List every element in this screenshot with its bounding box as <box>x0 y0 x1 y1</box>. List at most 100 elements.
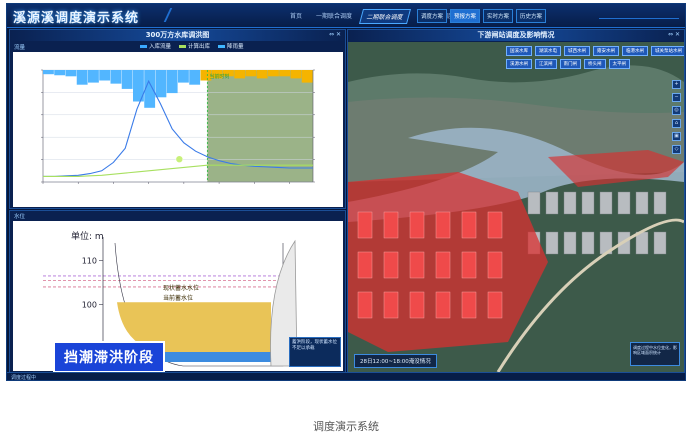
building <box>527 191 541 215</box>
legend-item-1[interactable]: 计算出库 <box>179 42 210 50</box>
chart-legend: 入库流量 计算出库 降雨量 <box>140 42 244 50</box>
rain-bar <box>65 70 77 77</box>
gate-button-9[interactable]: 桥头闸 <box>584 59 606 69</box>
flooded-building <box>357 291 373 319</box>
rain-bar <box>245 70 257 77</box>
building <box>563 231 577 255</box>
nav-tab-0[interactable]: 首页 <box>285 9 307 24</box>
footer-text: 调度过程中 <box>11 375 37 381</box>
building <box>545 191 559 215</box>
map-panel-controls[interactable]: ⇔ ✕ <box>668 31 680 38</box>
reservoir-chart-panel: 300万方水库调洪图 流量 ⇔ ✕ 入库流量 计算出库 降雨量 当前时刻 <box>9 29 346 209</box>
current-level-label: 当前蓄水位 <box>163 295 194 302</box>
flooded-building <box>435 211 451 239</box>
building <box>563 191 577 215</box>
gate-button-0[interactable]: 国溪水库 <box>506 46 532 56</box>
flooded-building <box>383 291 399 319</box>
map-tool-4[interactable]: ▣ <box>672 132 681 141</box>
app-footer: 调度过程中 <box>7 372 685 381</box>
building <box>617 191 631 215</box>
rain-bar <box>189 70 201 85</box>
level-unit-label: 单位: m <box>71 232 104 242</box>
legend-swatch <box>179 44 187 48</box>
image-caption: 调度演示系统 <box>313 420 379 433</box>
gate-button-4[interactable]: 临港水闸 <box>622 46 648 56</box>
rain-bar <box>43 70 54 75</box>
downstream-map-panel: 下游闸站调度及影响情况 ⇔ ✕ 国溪水库 湖滨水电 城西水闸 雍安水闸 临港水闸 城关泵站… <box>347 29 685 373</box>
title-decoration <box>153 8 173 22</box>
flooded-building <box>357 251 373 279</box>
gate-button-8[interactable]: 南门闸 <box>559 59 581 69</box>
legend-item-2[interactable]: 降雨量 <box>218 42 244 50</box>
map-toolbar: + − ◎ ⌂ ▣ ◇ <box>672 80 681 154</box>
gate-button-1[interactable]: 湖滨水电 <box>535 46 561 56</box>
legend-swatch <box>140 44 147 48</box>
3d-city-map[interactable] <box>348 42 684 372</box>
legend-label: 计算出库 <box>188 44 211 50</box>
app-screen: 溪源溪调度演示系统 首页一期联合调度二期联合调度三期联合调度 调度方案预报方案实… <box>6 3 686 381</box>
app-title: 溪源溪调度演示系统 <box>13 11 140 26</box>
legend-label: 降雨量 <box>227 44 244 50</box>
gate-button-7[interactable]: 江滨闸 <box>535 59 557 69</box>
scheme-badge-1[interactable]: 预报方案 <box>450 9 481 23</box>
flood-level-label: 现状蓄水水位 <box>163 285 200 292</box>
rain-bar <box>99 70 111 81</box>
gate-buttons: 国溪水库 湖滨水电 城西水闸 雍安水闸 临港水闸 城关泵站水闸溪源水闸 江滨闸 南门闸 桥头闸太… <box>506 46 684 69</box>
stage-banner: 挡潮滞洪阶段 <box>53 341 165 372</box>
gate-button-3[interactable]: 雍安水闸 <box>593 46 619 56</box>
time-badge: 28日12:00~18:00淹没情况 <box>354 354 437 368</box>
water-level-panel: 水位 11010090 单位: m 现状蓄水水位 当前蓄水位 挡潮滞洪阶段 蓄洪… <box>9 210 346 373</box>
rain-bar <box>121 70 133 89</box>
rain-bar <box>178 70 189 83</box>
scheme-badge-2[interactable]: 实时方案 <box>483 9 514 23</box>
gate-button-2[interactable]: 城西水闸 <box>564 46 590 56</box>
building <box>545 231 559 255</box>
app-header: 溪源溪调度演示系统 首页一期联合调度二期联合调度三期联合调度 调度方案预报方案实… <box>7 4 685 28</box>
gate-button-5[interactable]: 城关泵站水闸 <box>651 46 684 56</box>
scheme-badges: 调度方案 预报方案 实时方案 历史方案 <box>417 9 547 23</box>
chart-area: 当前时刻 <box>13 52 343 207</box>
level-note: 蓄洪阶段，现状蓄水位不足以承载 <box>289 337 341 367</box>
gate-button-10[interactable]: 太平闸 <box>608 59 630 69</box>
low-water <box>163 352 271 362</box>
rain-bar <box>110 70 122 84</box>
current-marker <box>175 155 184 163</box>
legend-item-0[interactable]: 入库流量 <box>140 42 171 50</box>
rain-bar <box>54 70 66 76</box>
flooded-building <box>383 251 399 279</box>
building <box>635 191 649 215</box>
flooded-building <box>435 251 451 279</box>
rain-bar <box>155 70 167 98</box>
chart-panel-tag: 流量 <box>14 45 26 51</box>
map-tool-3[interactable]: ⌂ <box>672 119 681 128</box>
flooded-building <box>461 291 477 319</box>
map-tool-0[interactable]: + <box>672 80 681 89</box>
flooded-building <box>435 291 451 319</box>
building <box>653 191 667 215</box>
level-tick-label: 100 <box>82 301 97 310</box>
level-tick-label: 110 <box>82 257 97 266</box>
rain-bar <box>290 70 302 79</box>
flooded-building <box>487 251 503 279</box>
map-tool-1[interactable]: − <box>672 93 681 102</box>
chart-panel-title: 300万方水库调洪图 <box>10 30 345 41</box>
map-tool-5[interactable]: ◇ <box>672 145 681 154</box>
chart-panel-controls[interactable]: ⇔ ✕ <box>329 31 341 38</box>
nav-tab-1[interactable]: 一期联合调度 <box>311 9 357 24</box>
gate-button-6[interactable]: 溪源水闸 <box>506 59 532 69</box>
rain-bar <box>268 70 279 77</box>
scheme-badge-0[interactable]: 调度方案 <box>417 9 448 23</box>
rain-bar <box>279 70 291 77</box>
level-panel-tag: 水位 <box>14 214 26 220</box>
flood-routing-chart: 当前时刻 <box>41 69 315 184</box>
rain-bar <box>234 70 246 79</box>
rain-bar <box>301 70 313 83</box>
rain-bar <box>166 70 178 94</box>
flooded-building <box>487 211 503 239</box>
scheme-badge-3[interactable]: 历史方案 <box>516 9 547 23</box>
map-tool-2[interactable]: ◎ <box>672 106 681 115</box>
flooded-building <box>409 291 425 319</box>
map-info-box: 调度过程中水位变化，影响区域面积统计 <box>630 342 680 366</box>
legend-label: 入库流量 <box>149 44 172 50</box>
nav-tab-2[interactable]: 二期联合调度 <box>359 9 412 24</box>
